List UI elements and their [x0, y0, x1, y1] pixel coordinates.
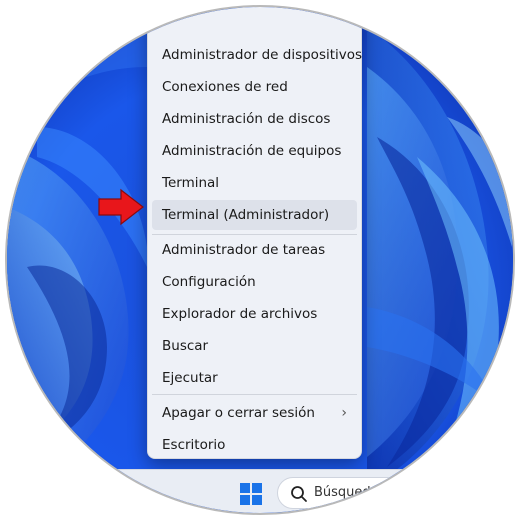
circular-crop: Administrador de dispositivos Conexiones… — [5, 5, 515, 515]
screenshot-stage: Administrador de dispositivos Conexiones… — [0, 0, 520, 520]
menu-item-computer-management[interactable]: Administración de equipos — [152, 136, 357, 166]
taskbar: Búsqueda — [7, 469, 513, 513]
menu-item-cut-off — [152, 7, 357, 8]
menu-item-label: Conexiones de red — [162, 79, 288, 95]
menu-item-desktop[interactable]: Escritorio — [152, 430, 357, 460]
search-placeholder: Búsqueda — [314, 485, 379, 500]
menu-item-label: Buscar — [162, 338, 209, 354]
magnifier-icon — [291, 486, 307, 502]
menu-item-search[interactable]: Buscar — [152, 331, 357, 361]
red-arrow-icon — [98, 188, 144, 226]
menu-item-label: Terminal (Administrador) — [162, 207, 330, 223]
menu-item-label: Explorador de archivos — [162, 306, 318, 322]
menu-item-run[interactable]: Ejecutar — [152, 363, 357, 393]
menu-item-network-connections[interactable]: Conexiones de red — [152, 72, 357, 102]
menu-item-label: Terminal — [162, 175, 220, 191]
menu-item-device-manager[interactable]: Administrador de dispositivos — [152, 40, 362, 70]
menu-item-terminal-admin[interactable]: Terminal (Administrador) — [152, 200, 357, 230]
menu-item-label: Ejecutar — [162, 370, 218, 386]
chevron-right-icon: › — [341, 405, 347, 421]
winx-context-menu: Administrador de dispositivos Conexiones… — [147, 7, 362, 460]
menu-item-label: Administrador de dispositivos — [162, 47, 363, 63]
windows-logo-icon[interactable] — [239, 482, 263, 506]
menu-divider — [152, 394, 357, 395]
menu-item-shutdown-signout[interactable]: Apagar o cerrar sesión › — [152, 398, 357, 428]
menu-item-disk-management[interactable]: Administración de discos — [152, 104, 357, 134]
menu-item-label: Escritorio — [162, 437, 226, 453]
menu-item-label: Configuración — [162, 274, 256, 290]
menu-item-terminal[interactable]: Terminal — [152, 168, 357, 198]
menu-item-label: Apagar o cerrar sesión — [162, 405, 315, 421]
menu-item-label: Administración de equipos — [162, 143, 342, 159]
menu-item-task-manager[interactable]: Administrador de tareas — [152, 235, 357, 265]
menu-item-label: Administrador de tareas — [162, 242, 326, 258]
menu-item-file-explorer[interactable]: Explorador de archivos — [152, 299, 357, 329]
taskbar-search-box[interactable]: Búsqueda — [277, 477, 513, 509]
menu-item-settings[interactable]: Configuración — [152, 267, 357, 297]
menu-item-label: Administración de discos — [162, 111, 331, 127]
